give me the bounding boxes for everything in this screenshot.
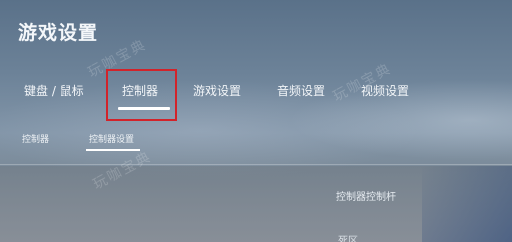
subtab-controller-settings[interactable]: 控制器设置 bbox=[89, 132, 134, 145]
tab-keyboard-mouse[interactable]: 键盘 / 鼠标 bbox=[24, 82, 84, 99]
panel-edge-decoration bbox=[422, 166, 512, 242]
section-divider bbox=[0, 164, 512, 165]
deadzone-label: 死区 bbox=[338, 236, 358, 242]
tab-audio-settings[interactable]: 音频设置 bbox=[277, 82, 325, 99]
annotation-highlight-box bbox=[106, 69, 177, 121]
sub-tab-bar: 控制器 控制器设置 bbox=[0, 126, 512, 150]
settings-tab-bar: 键盘 / 鼠标 控制器 游戏设置 音频设置 视频设置 bbox=[0, 70, 512, 114]
subtab-controller[interactable]: 控制器 bbox=[22, 132, 49, 145]
tab-game-settings[interactable]: 游戏设置 bbox=[193, 82, 241, 99]
page-title: 游戏设置 bbox=[18, 22, 99, 44]
controller-stick-label: 控制器控制杆 bbox=[336, 192, 396, 203]
active-subtab-indicator bbox=[86, 149, 140, 151]
